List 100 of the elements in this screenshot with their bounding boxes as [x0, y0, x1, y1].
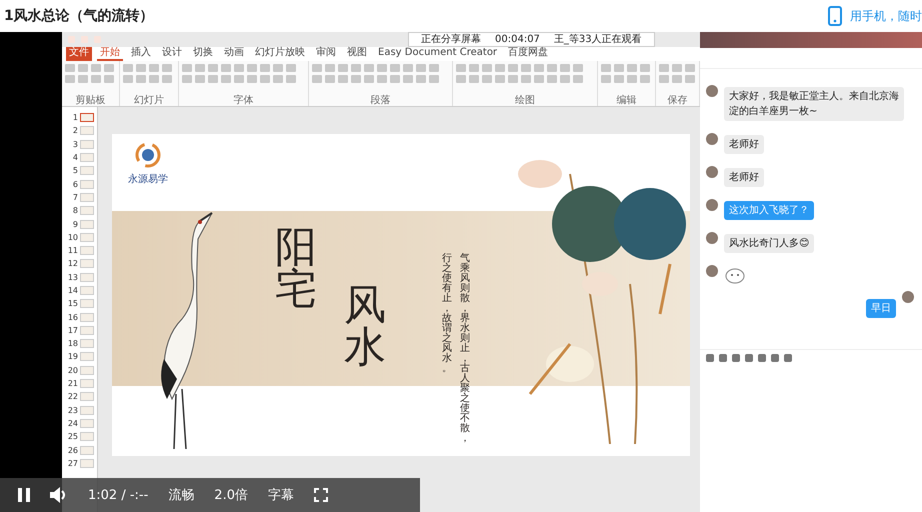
slide-thumbnail[interactable]	[80, 299, 94, 308]
ribbon-tool-icon[interactable]	[376, 64, 387, 72]
ribbon-tool-icon[interactable]	[469, 75, 480, 83]
slide-thumbnail[interactable]	[80, 113, 94, 122]
slide-thumbnail[interactable]	[80, 166, 94, 176]
ribbon-tool-icon[interactable]	[246, 64, 257, 72]
ribbon-tool-icon[interactable]	[658, 75, 669, 83]
ribbon-tool-icon[interactable]	[626, 64, 637, 72]
ribbon-tool-icon[interactable]	[260, 75, 270, 83]
ribbon-tool-icon[interactable]	[534, 75, 544, 83]
ribbon-tool-icon[interactable]	[149, 75, 160, 83]
ribbon-tool-icon[interactable]	[136, 75, 146, 83]
slide-thumbnail[interactable]	[80, 418, 94, 428]
ribbon-tool-icon[interactable]	[521, 64, 532, 72]
slide-thumbnail[interactable]	[80, 312, 94, 322]
slide-thumbnail[interactable]	[80, 246, 94, 256]
ribbon-tool-icon[interactable]	[286, 75, 296, 83]
slide-thumbnail[interactable]	[80, 153, 94, 162]
ribbon-tool-icon[interactable]	[672, 75, 682, 83]
ribbon-tool-icon[interactable]	[162, 75, 172, 83]
ribbon-tool-icon[interactable]	[402, 75, 413, 83]
ribbon-tool-icon[interactable]	[508, 75, 518, 83]
ribbon-tool-icon[interactable]	[364, 75, 374, 83]
ribbon-tool-icon[interactable]	[534, 64, 544, 72]
slide-thumbnail[interactable]	[80, 126, 94, 136]
slide-thumbnail[interactable]	[80, 206, 94, 216]
ribbon-tool-icon[interactable]	[428, 64, 439, 72]
ribbon-tool-icon[interactable]	[350, 64, 361, 72]
ribbon-tool-icon[interactable]	[573, 64, 584, 72]
ribbon-tool-icon[interactable]	[194, 64, 205, 72]
ribbon-tool-icon[interactable]	[260, 64, 270, 72]
ribbon-tool-icon[interactable]	[456, 64, 466, 72]
speed-button[interactable]: 2.0倍	[214, 486, 248, 504]
ribbon-tool-icon[interactable]	[234, 75, 244, 83]
ribbon-tool-icon[interactable]	[350, 75, 361, 83]
ribbon-tool-icon[interactable]	[482, 75, 492, 83]
ribbon-tool-icon[interactable]	[573, 75, 584, 83]
ribbon-tool-icon[interactable]	[286, 64, 296, 72]
slide-thumbnail[interactable]	[80, 352, 94, 362]
fullscreen-button[interactable]	[314, 488, 328, 502]
ribbon-tool-icon[interactable]	[600, 75, 611, 83]
ribbon-tool-icon[interactable]	[560, 64, 570, 72]
slide-thumbnail[interactable]	[80, 432, 94, 442]
ribbon-tool-icon[interactable]	[640, 64, 650, 72]
slide-thumbnail[interactable]	[80, 192, 94, 202]
subtitles-button[interactable]: 字幕	[268, 486, 294, 504]
ribbon-tool-icon[interactable]	[390, 75, 400, 83]
ribbon-tool-icon[interactable]	[672, 64, 682, 72]
ribbon-tool-icon[interactable]	[416, 75, 426, 83]
ribbon-tool-icon[interactable]	[312, 64, 322, 72]
ribbon-tool-icon[interactable]	[220, 75, 231, 83]
slide-thumbnail[interactable]	[80, 379, 94, 388]
ribbon-tool-icon[interactable]	[220, 64, 231, 72]
ribbon-tool-icon[interactable]	[272, 75, 283, 83]
ribbon-tool-icon[interactable]	[684, 75, 695, 83]
ribbon-tool-icon[interactable]	[324, 75, 335, 83]
slide-thumbnail[interactable]	[80, 220, 94, 229]
ribbon-tool-icon[interactable]	[521, 75, 532, 83]
ribbon-tool-icon[interactable]	[149, 64, 160, 72]
ribbon-tool-icon[interactable]	[495, 64, 506, 72]
ribbon-tool-icon[interactable]	[162, 64, 172, 72]
ribbon-tool-icon[interactable]	[495, 75, 506, 83]
ribbon-tool-icon[interactable]	[469, 64, 480, 72]
ribbon-tool-icon[interactable]	[416, 64, 426, 72]
ribbon-tool-icon[interactable]	[324, 64, 335, 72]
ribbon-tool-icon[interactable]	[614, 64, 624, 72]
ribbon-tool-icon[interactable]	[508, 64, 518, 72]
ribbon-tool-icon[interactable]	[182, 75, 192, 83]
ribbon-tab[interactable]: 文件	[66, 47, 92, 61]
ribbon-tool-icon[interactable]	[182, 64, 192, 72]
ribbon-tool-icon[interactable]	[338, 64, 348, 72]
slide-thumbnail[interactable]	[80, 272, 94, 282]
ribbon-tool-icon[interactable]	[547, 64, 558, 72]
ribbon-tool-icon[interactable]	[123, 75, 134, 83]
ribbon-tool-icon[interactable]	[560, 75, 570, 83]
slide-thumbnail[interactable]	[80, 286, 94, 295]
ribbon-tool-icon[interactable]	[364, 64, 374, 72]
ribbon-tab[interactable]: 开始	[97, 47, 123, 61]
slide-thumbnail[interactable]	[80, 339, 94, 348]
ribbon-tool-icon[interactable]	[208, 64, 218, 72]
pause-button[interactable]	[18, 488, 30, 502]
slide-thumbnail[interactable]	[80, 259, 94, 268]
ribbon-tool-icon[interactable]	[428, 75, 439, 83]
slide-thumbnail[interactable]	[80, 392, 94, 402]
ribbon-tool-icon[interactable]	[614, 75, 624, 83]
ribbon-tool-icon[interactable]	[208, 75, 218, 83]
slide-thumbnail[interactable]	[80, 232, 94, 242]
ribbon-tool-icon[interactable]	[626, 75, 637, 83]
ribbon-tool-icon[interactable]	[640, 75, 650, 83]
slide-thumbnail[interactable]	[80, 366, 94, 375]
ribbon-tool-icon[interactable]	[456, 75, 466, 83]
slide-thumbnail[interactable]	[80, 458, 94, 468]
ribbon-tool-icon[interactable]	[376, 75, 387, 83]
ribbon-tool-icon[interactable]	[312, 75, 322, 83]
ribbon-tool-icon[interactable]	[547, 75, 558, 83]
ribbon-tool-icon[interactable]	[246, 75, 257, 83]
quality-button[interactable]: 流畅	[168, 486, 194, 504]
ribbon-tool-icon[interactable]	[272, 64, 283, 72]
ribbon-tool-icon[interactable]	[234, 64, 244, 72]
ribbon-tool-icon[interactable]	[482, 64, 492, 72]
